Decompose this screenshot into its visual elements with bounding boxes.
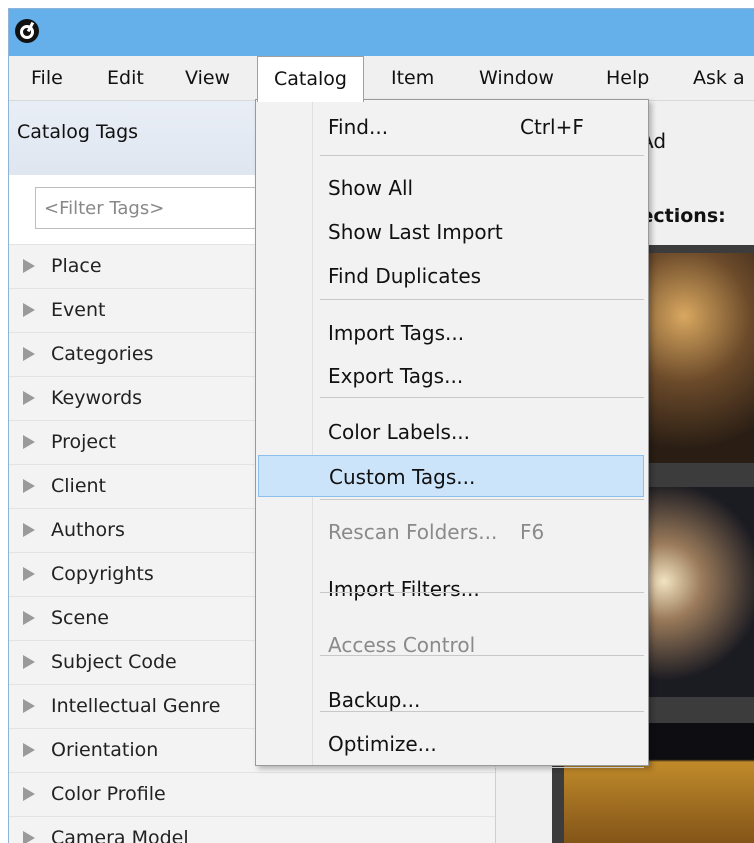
menu-view[interactable]: View (185, 56, 230, 100)
tag-label: Keywords (51, 387, 143, 409)
tag-label: Scene (51, 607, 109, 629)
catalog-menu-item[interactable]: Backup... (258, 679, 644, 721)
menu-separator (320, 299, 644, 300)
menu-file[interactable]: File (31, 56, 63, 100)
tag-row[interactable]: Camera Model (9, 816, 495, 843)
menu-item-label: Find... (328, 115, 389, 139)
catalog-menu-item[interactable]: Find... Ctrl+F (258, 106, 644, 148)
catalog-menu-item[interactable]: Show Last Import (258, 211, 644, 253)
tag-label: Client (51, 475, 107, 497)
expand-arrow-icon[interactable] (23, 743, 35, 757)
menu-help[interactable]: Help (606, 56, 649, 100)
menu-separator (320, 155, 644, 156)
menu-item-label: Find Duplicates (328, 264, 482, 288)
menu-item-label: Rescan Folders... (328, 520, 498, 544)
tag-label: Color Profile (51, 783, 166, 805)
expand-arrow-icon[interactable] (23, 831, 35, 843)
expand-arrow-icon[interactable] (23, 303, 35, 317)
menu-item-label: Backup... (328, 688, 421, 712)
expand-arrow-icon[interactable] (23, 655, 35, 669)
app-logo-icon[interactable] (15, 19, 39, 43)
expand-arrow-icon[interactable] (23, 479, 35, 493)
tag-label: Copyrights (51, 563, 154, 585)
menu-separator (320, 592, 644, 593)
panel-title: Catalog Tags (17, 121, 139, 143)
menu-catalog[interactable]: Catalog (257, 56, 364, 102)
menu-item-label: Import Tags... (328, 321, 465, 345)
menu-item-label: Import Filters... (328, 577, 480, 601)
expand-arrow-icon[interactable] (23, 435, 35, 449)
menu-item-label: Access Control (328, 633, 476, 657)
menu-item-label: Optimize... (328, 732, 437, 756)
menu-item-shortcut: Ctrl+F (520, 115, 584, 139)
catalog-menu-item[interactable]: Custom Tags... (258, 455, 644, 497)
catalog-menu-item[interactable]: Find Duplicates (258, 255, 644, 297)
menu-item[interactable]: Item (391, 56, 434, 100)
catalog-menu-item: Rescan Folders... F6 (258, 511, 644, 553)
menu-ask[interactable]: Ask a (693, 56, 745, 100)
menu-item-label: Color Labels... (328, 420, 471, 444)
menu-separator (320, 767, 644, 768)
tag-label: Project (51, 431, 117, 453)
tag-label: Categories (51, 343, 154, 365)
expand-arrow-icon[interactable] (23, 611, 35, 625)
menu-separator (320, 711, 644, 712)
menu-item-shortcut: F6 (520, 520, 545, 544)
catalog-menu-item[interactable]: Export Tags... (258, 355, 644, 397)
expand-arrow-icon[interactable] (23, 259, 35, 273)
expand-arrow-icon[interactable] (23, 391, 35, 405)
menu-separator (320, 499, 644, 500)
tag-label: Subject Code (51, 651, 177, 673)
menu-edit[interactable]: Edit (107, 56, 144, 100)
tag-label: Camera Model (51, 827, 189, 843)
menu-window[interactable]: Window (479, 56, 554, 100)
catalog-menu-item[interactable]: Import Filters... (258, 568, 644, 610)
tag-label: Authors (51, 519, 125, 541)
catalog-menu-item[interactable]: Optimize... (258, 723, 644, 765)
title-bar (9, 9, 754, 56)
expand-arrow-icon[interactable] (23, 787, 35, 801)
tag-label: Event (51, 299, 106, 321)
catalog-menu-dropdown: Find... Ctrl+F Show All Show Last Import Fin… (255, 99, 649, 768)
menu-separator (320, 397, 644, 398)
tag-row[interactable]: Color Profile (9, 772, 495, 816)
expand-arrow-icon[interactable] (23, 699, 35, 713)
menu-item-label: Custom Tags... (329, 465, 476, 489)
tag-label: Place (51, 255, 102, 277)
expand-arrow-icon[interactable] (23, 567, 35, 581)
menu-item-label: Show All (328, 176, 414, 200)
expand-arrow-icon[interactable] (23, 523, 35, 537)
catalog-menu-item: Access Control (258, 624, 644, 666)
expand-arrow-icon[interactable] (23, 347, 35, 361)
menu-separator (320, 655, 644, 656)
catalog-menu-item[interactable]: Import Tags... (258, 312, 644, 354)
menu-bar: File Edit View Catalog Item Window Help … (9, 56, 754, 102)
catalog-menu-item[interactable]: Color Labels... (258, 411, 644, 453)
tag-label: Intellectual Genre (51, 695, 221, 717)
menu-item-label: Show Last Import (328, 220, 503, 244)
menu-item-label: Export Tags... (328, 364, 464, 388)
catalog-menu-item[interactable]: Show All (258, 167, 644, 209)
tag-label: Orientation (51, 739, 159, 761)
